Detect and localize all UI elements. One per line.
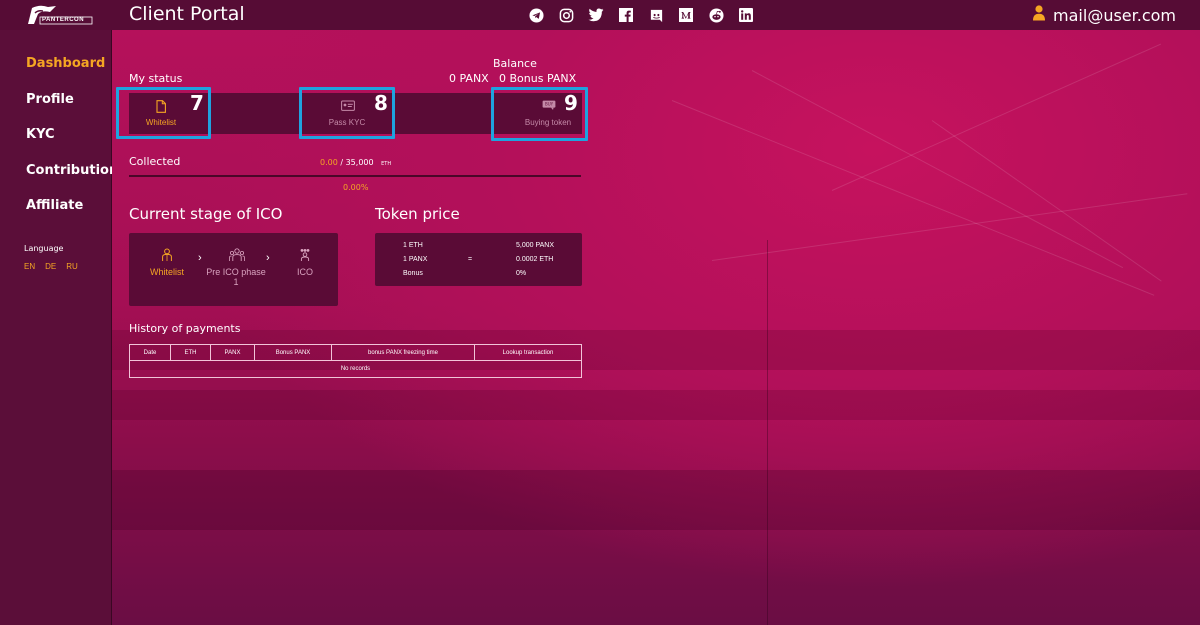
crowd-icon xyxy=(298,248,312,262)
top-bar: PANTERCON Client Portal mail@user.com xyxy=(0,0,1200,30)
ico-stage-label: Pre ICO phase 1 xyxy=(206,267,266,287)
table-header-row: Date ETH PANX Bonus PANX bonus PANX free… xyxy=(129,344,582,361)
column-header-freezing-time[interactable]: bonus PANX freezing time xyxy=(331,344,475,361)
price-row-left: 1 ETH xyxy=(403,242,423,249)
sidebar-item-kyc[interactable]: KYC xyxy=(26,127,55,142)
ico-stage-whitelist: Whitelist xyxy=(144,248,190,277)
language-ru[interactable]: RU xyxy=(66,262,78,271)
sidebar-item-dashboard[interactable]: Dashboard xyxy=(26,56,105,71)
column-header-bonus-panx[interactable]: Bonus PANX xyxy=(254,344,332,361)
chevron-right-icon: › xyxy=(266,252,270,264)
column-header-date[interactable]: Date xyxy=(129,344,171,361)
price-row-right: 0.0002 ETH xyxy=(516,256,554,263)
column-header-lookup[interactable]: Lookup transaction xyxy=(474,344,582,361)
sidebar-item-profile[interactable]: Profile xyxy=(26,92,74,107)
ico-stage-label: Whitelist xyxy=(149,267,184,277)
collected-progress-bar xyxy=(129,175,581,177)
balance-bonus-panx: 0 Bonus PANX xyxy=(499,72,577,85)
medium-icon[interactable] xyxy=(678,7,694,23)
token-price-title: Token price xyxy=(375,205,460,223)
user-email: mail@user.com xyxy=(1053,5,1176,25)
chevron-right-icon: › xyxy=(198,252,202,264)
price-row-right: 5,000 PANX xyxy=(516,242,555,249)
person-icon xyxy=(160,248,174,262)
user-icon xyxy=(1033,5,1046,25)
collected-unit: ETH xyxy=(381,161,392,167)
price-row-left: Bonus xyxy=(403,270,423,277)
ico-stage-ico: ICO xyxy=(290,248,320,277)
step-number-badge: 8 xyxy=(374,91,388,115)
discord-icon[interactable] xyxy=(648,7,664,23)
sidebar: Dashboard Profile KYC Contribution Affil… xyxy=(0,30,118,625)
balance-title: Balance xyxy=(493,57,537,70)
collected-amount: 0.00 xyxy=(320,158,338,167)
sidebar-item-affiliate[interactable]: Affiliate xyxy=(26,198,83,213)
ico-stage-label: ICO xyxy=(296,267,313,277)
table-empty-message: No records xyxy=(129,360,582,378)
step-number-badge: 7 xyxy=(190,91,204,115)
reddit-icon[interactable] xyxy=(708,7,724,23)
collected-amount-row: 0.00 / 35,000 ETH xyxy=(320,158,391,167)
language-label: Language xyxy=(24,244,64,253)
ico-stage-pre-ico: Pre ICO phase 1 xyxy=(204,248,268,287)
price-row-equals: = xyxy=(468,256,473,263)
pantercon-logo[interactable]: PANTERCON xyxy=(26,4,94,26)
table-row: No records xyxy=(129,360,582,378)
token-price-panel: 1 ETH 5,000 PANX 1 PANX = 0.0002 ETH Bon… xyxy=(375,233,582,286)
language-de[interactable]: DE xyxy=(45,262,56,271)
payments-history-title: History of payments xyxy=(129,322,241,335)
logo-text: PANTERCON xyxy=(42,17,85,23)
balance-panx: 0 PANX xyxy=(449,72,489,85)
column-header-panx[interactable]: PANX xyxy=(210,344,255,361)
instagram-icon[interactable] xyxy=(558,7,574,23)
collected-target: / 35,000 xyxy=(337,158,374,167)
language-en[interactable]: EN xyxy=(24,262,35,271)
telegram-icon[interactable] xyxy=(528,7,544,23)
twitter-icon[interactable] xyxy=(588,7,604,23)
collected-percent: 0.00% xyxy=(343,183,369,192)
sidebar-item-contribution[interactable]: Contribution xyxy=(26,163,118,178)
my-status-title: My status xyxy=(129,72,183,85)
payments-history-table: Date ETH PANX Bonus PANX bonus PANX free… xyxy=(129,344,582,378)
user-account[interactable]: mail@user.com xyxy=(1033,5,1176,25)
language-switcher: EN DE RU xyxy=(24,262,78,271)
price-row-right: 0% xyxy=(516,270,527,277)
group-icon xyxy=(229,248,245,262)
app-title: Client Portal xyxy=(129,3,245,25)
social-links xyxy=(528,7,754,23)
step-number-badge: 9 xyxy=(564,91,578,115)
collected-label: Collected xyxy=(129,155,181,168)
ico-stage-title: Current stage of ICO xyxy=(129,205,283,223)
price-row-left: 1 PANX xyxy=(403,256,428,263)
column-header-eth[interactable]: ETH xyxy=(170,344,211,361)
linkedin-icon[interactable] xyxy=(738,7,754,23)
facebook-icon[interactable] xyxy=(618,7,634,23)
